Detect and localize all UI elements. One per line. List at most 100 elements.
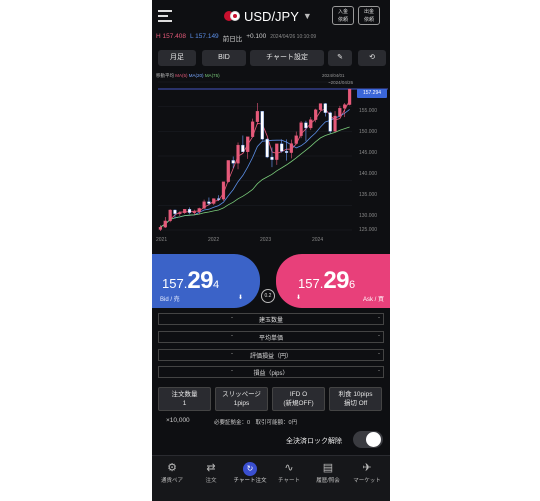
candle-body (284, 151, 289, 153)
take-profit-stop-loss-button[interactable]: 利食 10pips 損切 Off (329, 387, 382, 411)
nav-chart[interactable]: ∿ チャート (269, 460, 309, 484)
unrealized-pl-yen-row: - 評価損益（円） - (158, 349, 384, 361)
chart-settings-button[interactable]: チャート設定 (250, 50, 324, 66)
bid-price-big: 29 (187, 267, 214, 294)
candle-body (226, 160, 230, 182)
nav-chart-order[interactable]: ↻ チャート注文 (230, 460, 270, 484)
candle-body (212, 198, 216, 204)
nav-label: チャート (278, 478, 300, 484)
candle-body (236, 144, 240, 164)
bid-price-small: 4 (213, 279, 220, 291)
y-axis-label: 125.000 (359, 227, 378, 233)
ma-legend: 移動平均 MA(5) MA(20) MA(75) (156, 73, 220, 79)
bid-ask-toggle-button[interactable]: BID (202, 50, 246, 66)
row-label: 評価損益（円） (249, 354, 292, 360)
ma-legend-ma1: MA(5) (175, 73, 188, 78)
nav-label: 注文 (205, 478, 217, 484)
chevron-down-icon: ▼ (302, 11, 312, 21)
candle-body (255, 111, 260, 122)
trading-app-screen: USD/JPY ▼ 入金 依頼 出金 依頼 H 157.408 L 157.14… (152, 0, 390, 501)
candle-body (343, 104, 347, 109)
candle-body (183, 209, 187, 214)
option-title: 注文数量 (171, 391, 198, 398)
average-price-row: - 平均単価 - (158, 331, 384, 343)
candle-body (280, 143, 284, 152)
buy-ask-button[interactable]: 157.296 ⬇ Ask / 買 (276, 254, 390, 308)
row-right-value: - (378, 333, 380, 339)
settlement-lock-toggle[interactable] (353, 431, 383, 448)
nav-order[interactable]: ⇄ 注文 (191, 460, 231, 484)
candle-body (318, 103, 323, 110)
row-right-value: - (378, 368, 380, 374)
high-price: H 157.408 (156, 33, 186, 40)
candle-body (328, 112, 332, 132)
period-button[interactable]: 月足 (158, 50, 196, 66)
order-quantity-button[interactable]: 注文数量 1 (158, 387, 211, 411)
deposit-label-2: 依頼 (337, 17, 348, 23)
row-label: 平均単価 (258, 336, 283, 342)
spread-badge: 0.2 (261, 289, 275, 303)
slippage-button[interactable]: スリッページ 1pips (215, 387, 268, 411)
option-title: 利食 10pips (338, 391, 373, 398)
candle-body (289, 143, 293, 153)
candle-body (158, 226, 163, 230)
candle-body (323, 103, 327, 113)
candle-body (163, 220, 167, 228)
withdraw-label-1: 出金 (363, 9, 374, 15)
bid-price-prefix: 157. (162, 276, 188, 291)
prev-day-label: 前日比 (222, 36, 243, 43)
pen-icon[interactable]: ✎ (328, 50, 352, 66)
candle-body (304, 122, 308, 129)
x-axis-label: 2023 (260, 237, 272, 243)
nav-label: チャート注文 (233, 478, 267, 484)
candle-body (309, 119, 313, 129)
candle-body (333, 115, 337, 132)
nav-history[interactable]: ▤ 履歴/照会 (308, 460, 348, 484)
candle-body (241, 144, 245, 152)
y-axis-label: 145.000 (359, 150, 378, 156)
unrealized-pl-pips-row: - 損益（pips） - (158, 366, 384, 378)
lot-units: ×10,000 (166, 417, 190, 424)
candle-body (178, 212, 182, 215)
y-axis-label: 140.000 (359, 171, 378, 177)
app-header: USD/JPY ▼ 入金 依頼 出金 依頼 (152, 0, 390, 30)
candle-body (275, 143, 279, 160)
x-axis-label: 2021 (156, 237, 168, 243)
candle-body (231, 160, 235, 164)
rotate-icon[interactable]: ⟲ (358, 50, 386, 66)
usd-jpy-flag-icon (224, 11, 240, 21)
nav-market[interactable]: ✈ マーケット (347, 460, 387, 484)
quote-datetime: 2024/04/26 10:10:09 (270, 34, 317, 40)
toggle-knob (366, 432, 381, 447)
low-price: L 157.149 (190, 33, 219, 40)
price-chart[interactable] (152, 70, 390, 248)
history-icon: ▤ (322, 462, 334, 474)
sell-bid-button[interactable]: 157.294 Bid / 売 ⬇ (152, 254, 260, 308)
x-axis-label: 2022 (208, 237, 220, 243)
withdraw-request-button[interactable]: 出金 依頼 (358, 6, 380, 25)
ifdo-button[interactable]: IFD O (新規OFF) (272, 387, 325, 411)
candle-body (338, 108, 342, 117)
candle-body (192, 211, 196, 213)
hamburger-menu-icon[interactable] (158, 10, 172, 22)
chart-date: 2024/04/01 (322, 73, 345, 78)
nav-label: 通貨ペア (160, 478, 183, 484)
settlement-lock-label: 全決済ロック解除 (286, 438, 342, 445)
currency-pair-selector[interactable]: USD/JPY ▼ (224, 8, 312, 24)
candle-body (294, 135, 298, 144)
candle-body (265, 138, 269, 158)
nav-currency-pair[interactable]: ⚙ 通貨ペア (152, 460, 192, 484)
candle-body (270, 156, 274, 160)
candle-body (299, 122, 303, 136)
y-axis-label: 135.000 (359, 192, 378, 198)
candle-body (168, 209, 172, 222)
row-right-value: - (378, 315, 380, 321)
position-quantity-row: - 建玉数量 - (158, 313, 384, 325)
row-label: 損益（pips） (253, 371, 289, 377)
candle-body (260, 111, 264, 140)
candlestick-chart-svg (158, 81, 388, 232)
ma-legend-ma2: MA(20) (188, 73, 204, 78)
ask-price-prefix: 157. (298, 276, 324, 291)
deposit-request-button[interactable]: 入金 依頼 (332, 6, 354, 25)
ma-legend-ma3: MA(75) (204, 73, 220, 78)
